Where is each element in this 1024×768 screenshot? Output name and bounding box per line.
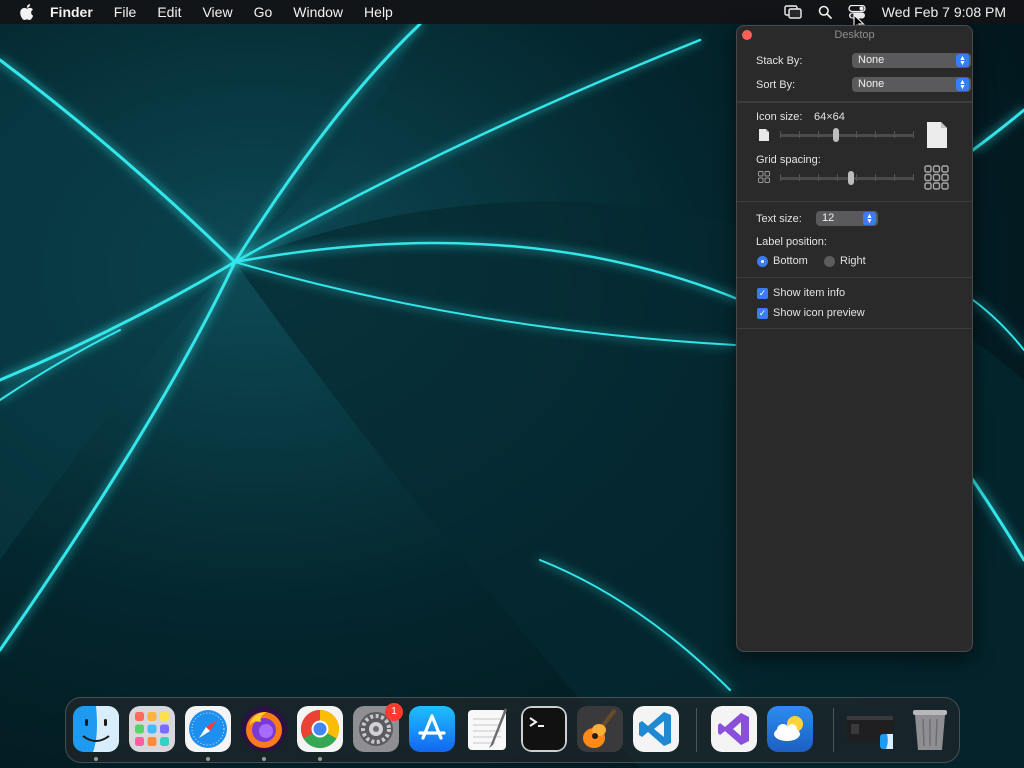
small-grid-icon — [758, 171, 770, 183]
running-indicator — [262, 757, 266, 761]
chevron-up-down-icon: ▲ ▼ — [863, 212, 876, 225]
divider — [737, 102, 972, 103]
menu-go[interactable]: Go — [254, 4, 273, 20]
notification-badge: 1 — [385, 703, 403, 721]
spotlight-search-icon[interactable] — [818, 5, 832, 19]
dock-separator — [696, 708, 697, 752]
menu-window[interactable]: Window — [293, 4, 343, 20]
panel-title: Desktop — [834, 29, 875, 41]
icon-size-slider[interactable] — [780, 127, 914, 143]
large-grid-icon — [924, 165, 949, 190]
label-position-right-option[interactable]: Right — [824, 255, 866, 267]
textedit-icon[interactable] — [465, 706, 511, 752]
running-indicator — [94, 757, 98, 761]
trash-icon[interactable] — [907, 706, 953, 752]
vscode-icon[interactable] — [633, 706, 679, 752]
grid-spacing-slider-knob[interactable] — [848, 171, 855, 185]
screen-mirroring-icon[interactable] — [784, 5, 802, 19]
menu-view[interactable]: View — [202, 4, 232, 20]
firefox-icon[interactable] — [241, 706, 287, 752]
launchpad-icon[interactable] — [129, 706, 175, 752]
stack-sort-section: Stack By: None ▲ ▼ Sort By: None ▲ ▼ — [737, 44, 972, 102]
show-icon-preview-label: Show icon preview — [773, 307, 865, 319]
grid-spacing-slider[interactable] — [780, 170, 914, 186]
apple-icon[interactable] — [18, 3, 36, 21]
stack-by-label: Stack By: — [756, 54, 803, 67]
show-icon-preview-checkbox-row[interactable]: ✓ Show icon preview — [757, 307, 865, 319]
show-item-info-checkbox[interactable]: ✓ — [757, 287, 768, 299]
menu-file[interactable]: File — [114, 4, 137, 20]
sort-by-value: None — [858, 78, 885, 90]
panel-titlebar[interactable]: Desktop — [737, 26, 972, 44]
show-icon-preview-checkbox[interactable]: ✓ — [757, 307, 768, 319]
menu-edit[interactable]: Edit — [157, 4, 181, 20]
text-size-value: 12 — [822, 212, 835, 224]
radio-button-unselected[interactable] — [824, 255, 835, 267]
stack-by-popup[interactable]: None ▲ ▼ — [852, 53, 971, 68]
large-document-icon — [927, 122, 947, 148]
finder-icon[interactable] — [73, 706, 119, 752]
divider — [737, 328, 972, 329]
text-size-popup[interactable]: 12 ▲ ▼ — [816, 211, 878, 226]
desktop-view-options-panel: Desktop Stack By: None ▲ ▼ Sort By: None … — [736, 25, 973, 652]
garageband-icon[interactable] — [577, 706, 623, 752]
chrome-icon[interactable] — [297, 706, 343, 752]
chevron-up-down-icon: ▲ ▼ — [956, 78, 969, 91]
stack-by-value: None — [858, 54, 885, 66]
small-document-icon — [759, 129, 769, 141]
visual-studio-icon[interactable] — [711, 706, 757, 752]
radio-button-selected[interactable] — [757, 255, 768, 267]
sort-by-label: Sort By: — [756, 78, 796, 91]
icon-size-value: 64×64 — [814, 111, 845, 123]
dock-separator — [833, 708, 834, 752]
label-position-right-text: Right — [840, 255, 866, 267]
stack-by-row: Stack By: None ▲ ▼ — [756, 53, 971, 68]
label-position-bottom-text: Bottom — [773, 255, 808, 267]
running-indicator — [318, 757, 322, 761]
show-item-info-checkbox-row[interactable]: ✓ Show item info — [757, 287, 845, 299]
chevron-up-down-icon: ▲ ▼ — [956, 54, 969, 67]
show-item-info-label: Show item info — [773, 287, 846, 299]
running-indicator — [206, 757, 210, 761]
divider — [737, 201, 972, 202]
label-position-bottom-option[interactable]: Bottom — [757, 255, 808, 267]
safari-icon[interactable] — [185, 706, 231, 752]
menu-bar: Finder File Edit View Go Window Help Wed… — [0, 0, 1024, 24]
app-store-icon[interactable] — [409, 706, 455, 752]
divider — [737, 277, 972, 278]
menu-app-name[interactable]: Finder — [50, 4, 93, 20]
minimized-window-icon[interactable] — [847, 706, 893, 752]
icon-size-slider-knob[interactable] — [833, 128, 840, 142]
grid-spacing-label: Grid spacing: — [756, 154, 821, 166]
text-size-label: Text size: — [756, 213, 802, 225]
menu-bar-clock[interactable]: Wed Feb 7 9:08 PM — [882, 4, 1006, 20]
icon-size-label: Icon size: — [756, 111, 803, 123]
dock: 1 — [65, 697, 960, 763]
weather-icon[interactable] — [767, 706, 813, 752]
menu-help[interactable]: Help — [364, 4, 393, 20]
close-button[interactable] — [742, 30, 752, 40]
label-position-label: Label position: — [756, 236, 827, 248]
sort-by-popup[interactable]: None ▲ ▼ — [852, 77, 971, 92]
sort-by-row: Sort By: None ▲ ▼ — [756, 77, 971, 92]
terminal-icon[interactable] — [521, 706, 567, 752]
